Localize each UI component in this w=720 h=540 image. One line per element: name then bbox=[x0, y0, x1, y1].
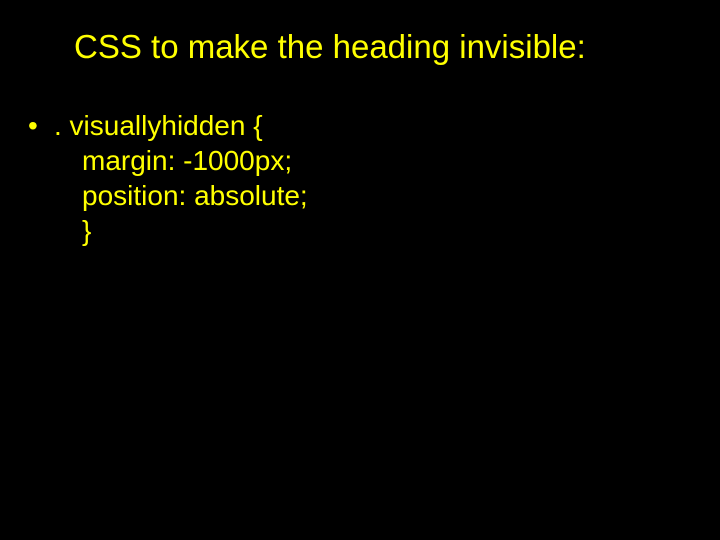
bullet-item: . visuallyhidden { margin: -1000px; posi… bbox=[26, 108, 680, 248]
slide: CSS to make the heading invisible: . vis… bbox=[0, 0, 720, 540]
code-line-4: } bbox=[54, 213, 680, 248]
bullet-list: . visuallyhidden { margin: -1000px; posi… bbox=[26, 108, 680, 248]
code-line-1: . visuallyhidden { bbox=[54, 108, 680, 143]
code-line-3: position: absolute; bbox=[54, 178, 680, 213]
slide-title: CSS to make the heading invisible: bbox=[74, 28, 680, 66]
code-line-2: margin: -1000px; bbox=[54, 143, 680, 178]
slide-body: . visuallyhidden { margin: -1000px; posi… bbox=[26, 108, 680, 252]
